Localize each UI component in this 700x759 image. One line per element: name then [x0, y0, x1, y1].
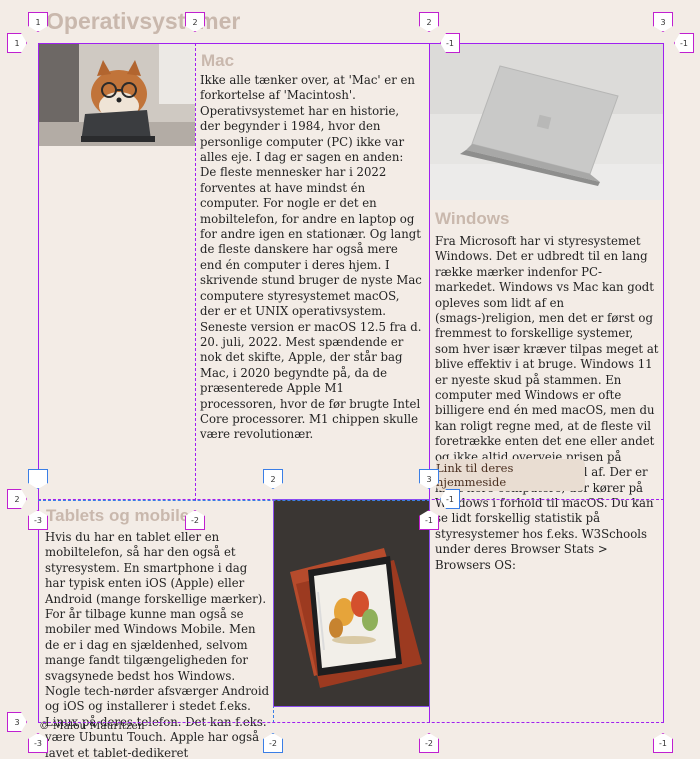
grid-tag — [28, 469, 48, 489]
grid-tag: 2 — [7, 489, 27, 509]
laptop-image — [430, 44, 663, 200]
grid-line — [195, 43, 196, 501]
mac-heading: Mac — [201, 51, 235, 70]
homepage-link-button[interactable]: Link til deres hjemmeside — [436, 459, 585, 491]
windows-heading: Windows — [435, 209, 510, 228]
page-title: Operativsystemer — [46, 8, 241, 34]
copyright-footer: © Malou Mauritzen — [39, 720, 145, 732]
grid-tag: 3 — [653, 12, 673, 32]
dog-laptop-image — [39, 44, 195, 146]
grid-tag: 3 — [7, 712, 27, 732]
grid-line — [663, 43, 664, 723]
tablet-image — [274, 500, 429, 706]
grid-tag: 2 — [419, 12, 439, 32]
grid-tag: -3 — [28, 510, 48, 530]
tablets-heading: Tablets og mobile — [46, 506, 190, 525]
grid-tag: -2 — [419, 733, 439, 753]
grid-tag: 1 — [28, 12, 48, 32]
grid-tag: 2 — [263, 469, 283, 489]
grid-tag: -1 — [674, 33, 694, 53]
grid-tag: -1 — [653, 733, 673, 753]
mac-text: Ikke alle tænker over, at 'Mac' er en fo… — [200, 73, 422, 442]
grid-tag: 1 — [7, 33, 27, 53]
windows-text: Fra Microsoft har vi styresystemet Windo… — [435, 234, 659, 572]
